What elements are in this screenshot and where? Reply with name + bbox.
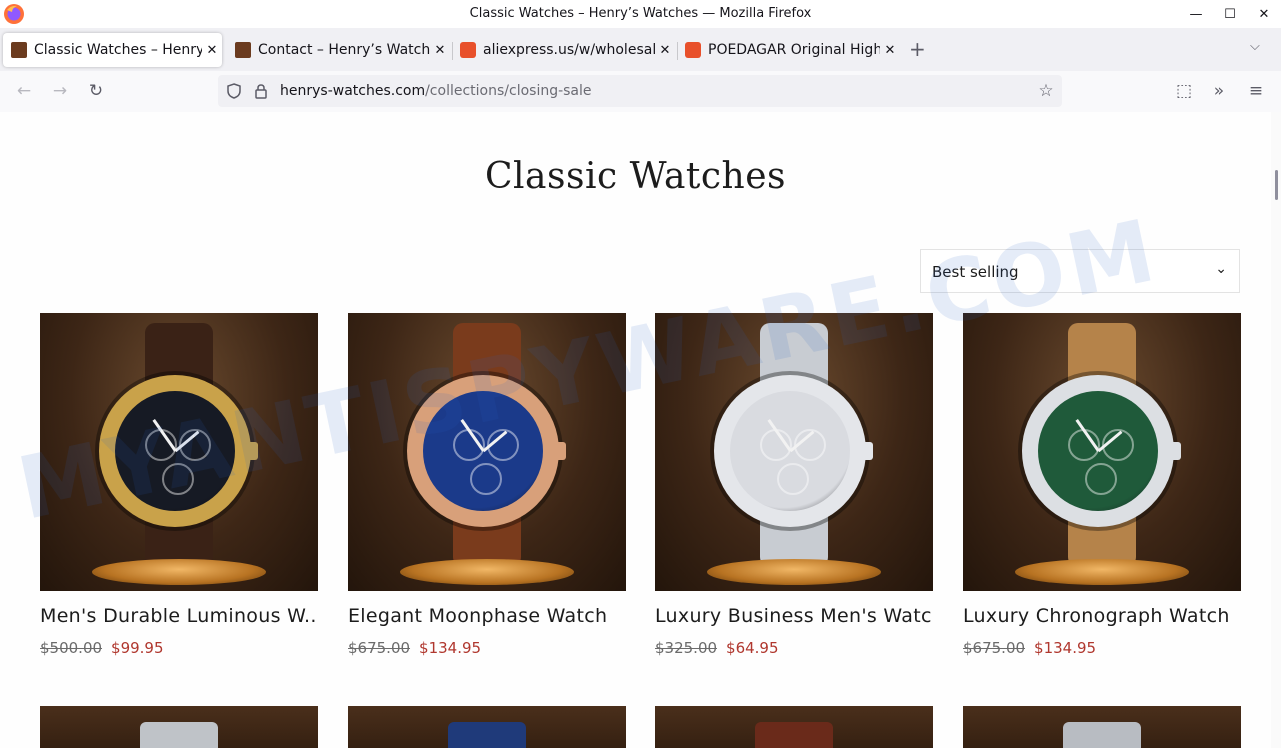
- tab-poedagar[interactable]: POEDAGAR Original High ✕: [677, 33, 900, 67]
- collection-title: Classic Watches: [484, 156, 787, 197]
- watch-dial: [730, 391, 850, 511]
- sale-price: $99.95: [111, 639, 164, 657]
- hamburger-menu-icon[interactable]: ≡: [1245, 80, 1267, 102]
- product-image[interactable]: [348, 706, 626, 748]
- product-prices: $325.00 $64.95: [655, 639, 933, 657]
- product-title[interactable]: Men's Durable Luminous W...: [40, 605, 318, 627]
- new-tab-button[interactable]: +: [909, 37, 926, 61]
- product-prices: $675.00 $134.95: [963, 639, 1241, 657]
- tab-label: Classic Watches – Henry’s Watches: [34, 42, 202, 58]
- watch-crown: [554, 442, 566, 460]
- product-title[interactable]: Luxury Chronograph Watch: [963, 605, 1241, 627]
- chevron-down-icon: ⌄: [1215, 261, 1227, 277]
- list-all-tabs-button[interactable]: ⌵: [1250, 39, 1260, 54]
- url-path: /collections/closing-sale: [425, 83, 592, 99]
- product-card[interactable]: Luxury Business Men's Watch $325.00 $64.95: [655, 313, 933, 657]
- sale-price: $134.95: [1034, 639, 1097, 657]
- display-stand: [92, 559, 266, 585]
- watch-crown: [246, 442, 258, 460]
- tab-close-icon[interactable]: ✕: [655, 43, 675, 58]
- sort-select[interactable]: Best selling ⌄: [920, 249, 1240, 293]
- watch-dial: [423, 391, 543, 511]
- bookmark-star-icon[interactable]: ☆: [1035, 80, 1057, 102]
- henrys-watches-favicon-icon: [235, 42, 251, 58]
- forward-button[interactable]: →: [49, 80, 71, 102]
- aliexpress-favicon-icon: [685, 42, 701, 58]
- scrollbar-thumb[interactable]: [1275, 170, 1278, 200]
- product-image[interactable]: [348, 313, 626, 591]
- watch-case: [1022, 375, 1174, 527]
- display-stand: [400, 559, 574, 585]
- subdial: [777, 463, 809, 495]
- subdial: [470, 463, 502, 495]
- product-image[interactable]: [40, 313, 318, 591]
- page-scrollbar[interactable]: [1271, 112, 1281, 748]
- url-text[interactable]: henrys-watches.com/collections/closing-s…: [280, 83, 592, 99]
- watch-case: [407, 375, 559, 527]
- watch-crown: [1169, 442, 1181, 460]
- tab-classic-watches[interactable]: Classic Watches – Henry’s Watches ✕: [3, 33, 222, 67]
- product-title[interactable]: Elegant Moonphase Watch: [348, 605, 626, 627]
- product-card[interactable]: Men's Durable Luminous W... $500.00 $99.95: [40, 313, 318, 657]
- tab-contact[interactable]: Contact – Henry’s Watches ✕: [227, 33, 450, 67]
- compare-at-price: $675.00: [348, 639, 411, 657]
- product-prices: $500.00 $99.95: [40, 639, 318, 657]
- watch-strap: [755, 722, 833, 748]
- navigation-toolbar: ← → ↻ henrys-watches.com/collections/clo…: [0, 71, 1281, 113]
- product-image[interactable]: [655, 313, 933, 591]
- product-image[interactable]: [963, 706, 1241, 748]
- lock-icon[interactable]: [254, 83, 268, 99]
- watch-strap: [140, 722, 218, 748]
- watch-strap: [1063, 722, 1141, 748]
- subdial: [1085, 463, 1117, 495]
- watch-case: [714, 375, 866, 527]
- product-card[interactable]: Elegant Moonphase Watch $675.00 $134.95: [348, 313, 626, 657]
- tab-label: POEDAGAR Original High: [708, 42, 880, 58]
- display-stand: [707, 559, 881, 585]
- tab-close-icon[interactable]: ✕: [202, 43, 222, 58]
- minimize-button[interactable]: —: [1179, 0, 1213, 28]
- tab-aliexpress-wholesale[interactable]: aliexpress.us/w/wholesale ✕: [452, 33, 675, 67]
- product-image[interactable]: [655, 706, 933, 748]
- window-controls: — ☐ ✕: [1179, 0, 1281, 28]
- close-window-button[interactable]: ✕: [1247, 0, 1281, 28]
- tab-close-icon[interactable]: ✕: [430, 43, 450, 58]
- subdial: [162, 463, 194, 495]
- watch-dial: [115, 391, 235, 511]
- address-bar[interactable]: henrys-watches.com/collections/closing-s…: [218, 75, 1062, 107]
- henrys-watches-favicon-icon: [11, 42, 27, 58]
- overflow-menu-icon[interactable]: »: [1208, 80, 1230, 102]
- tab-close-icon[interactable]: ✕: [880, 43, 900, 58]
- reload-button[interactable]: ↻: [85, 80, 107, 102]
- product-title[interactable]: Luxury Business Men's Watch: [655, 605, 933, 627]
- tab-label: aliexpress.us/w/wholesale: [483, 42, 655, 58]
- sale-price: $134.95: [419, 639, 482, 657]
- tab-label: Contact – Henry’s Watches: [258, 42, 430, 58]
- shield-icon[interactable]: [226, 83, 242, 99]
- watch-dial: [1038, 391, 1158, 511]
- sort-selected-value: Best selling: [932, 263, 1019, 281]
- compare-at-price: $500.00: [40, 639, 103, 657]
- window-titlebar: Classic Watches – Henry’s Watches — Mozi…: [0, 0, 1281, 29]
- sale-price: $64.95: [726, 639, 779, 657]
- watch-case: [99, 375, 251, 527]
- back-button[interactable]: ←: [13, 80, 35, 102]
- maximize-button[interactable]: ☐: [1213, 0, 1247, 28]
- extensions-icon[interactable]: ⬚: [1173, 80, 1195, 102]
- watch-strap: [448, 722, 526, 748]
- window-title: Classic Watches – Henry’s Watches — Mozi…: [469, 6, 812, 21]
- product-image[interactable]: [963, 313, 1241, 591]
- web-page: Classic Watches Best selling ⌄ Men's Dur…: [0, 112, 1271, 748]
- tab-strip: Classic Watches – Henry’s Watches ✕ Cont…: [0, 28, 1281, 71]
- product-card[interactable]: Luxury Chronograph Watch $675.00 $134.95: [963, 313, 1241, 657]
- watch-crown: [861, 442, 873, 460]
- product-image[interactable]: [40, 706, 318, 748]
- display-stand: [1015, 559, 1189, 585]
- url-domain: henrys-watches.com: [280, 83, 426, 99]
- compare-at-price: $325.00: [655, 639, 718, 657]
- product-prices: $675.00 $134.95: [348, 639, 626, 657]
- aliexpress-favicon-icon: [460, 42, 476, 58]
- compare-at-price: $675.00: [963, 639, 1026, 657]
